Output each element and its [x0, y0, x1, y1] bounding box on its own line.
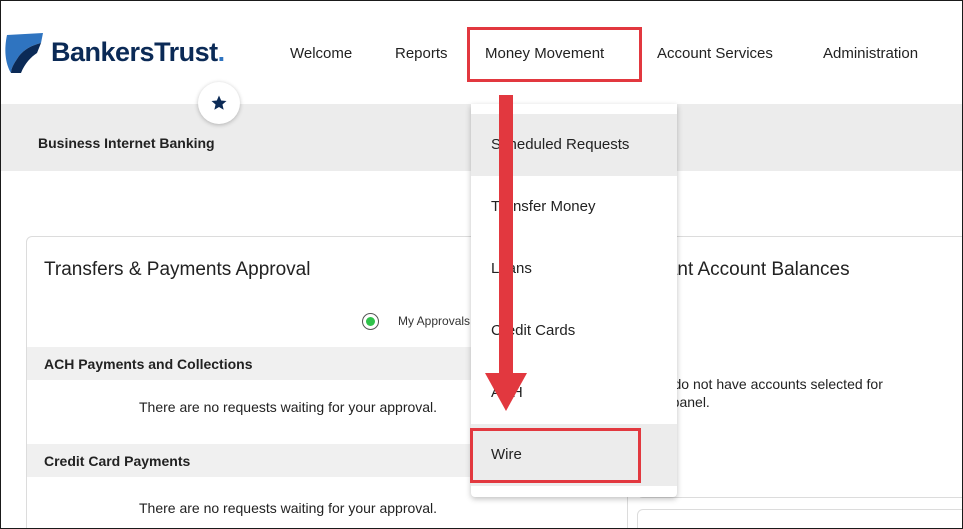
shield-logo-icon: [5, 33, 44, 73]
secondary-panel: [637, 509, 962, 528]
my-approvals-label: My Approvals: [398, 314, 471, 328]
brand-logo[interactable]: BankersTrust.: [3, 29, 225, 75]
balances-message-line1: You do not have accounts selected for: [646, 376, 883, 392]
ach-section-label: ACH Payments and Collections: [44, 356, 253, 372]
wire-highlight: [470, 428, 641, 483]
down-arrow-icon: [485, 95, 527, 411]
brand-name: BankersTrust.: [51, 36, 225, 67]
ach-empty-message: There are no requests waiting for your a…: [139, 399, 438, 415]
nav-administration[interactable]: Administration: [823, 45, 918, 62]
favorites-button[interactable]: [198, 82, 240, 124]
money-movement-highlight: [467, 27, 642, 82]
my-approvals-radio[interactable]: [362, 313, 379, 330]
credit-card-section-label: Credit Card Payments: [44, 453, 191, 469]
approval-panel-title: Transfers & Payments Approval: [44, 259, 311, 280]
page-subtitle: Business Internet Banking: [38, 135, 215, 151]
star-icon: [211, 95, 227, 110]
page-frame: BankersTrust. Welcome Reports Money Move…: [0, 0, 963, 529]
credit-card-empty-message: There are no requests waiting for your a…: [139, 500, 438, 516]
nav-account-services[interactable]: Account Services: [657, 45, 773, 62]
nav-welcome[interactable]: Welcome: [290, 45, 352, 62]
nav-reports[interactable]: Reports: [395, 45, 448, 62]
